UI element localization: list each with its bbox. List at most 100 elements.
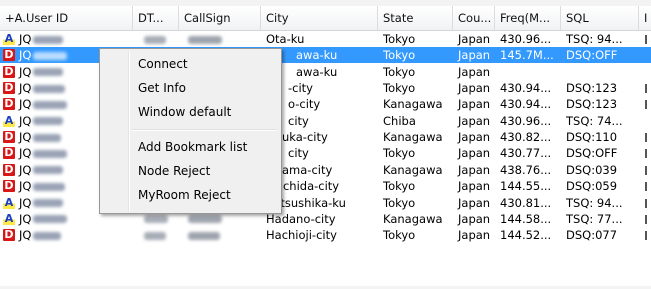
user-id-text: JQ [19, 162, 32, 177]
cell-freq: 145.7M... [500, 48, 554, 63]
table-row[interactable]: A JQ Katsushika-ku Tokyo Japan 430.81... TSQ: … [0, 195, 651, 211]
cell-freq: 430.94... [500, 97, 552, 112]
cell-sql: DSQ:110 [566, 130, 618, 145]
menu-item-window-default[interactable]: Window default [102, 101, 279, 123]
redacted-dt [144, 231, 166, 240]
node-list-grid[interactable]: +A.User ID DT... CallSign City State Cou… [0, 6, 651, 289]
cell-callsign [179, 31, 261, 47]
table-row[interactable]: D JQ ama-city Kanagawa Japan 438.76... DSQ:039 [0, 162, 651, 178]
cell-state: Tokyo [383, 146, 416, 161]
menu-item-node-reject[interactable]: Node Reject [102, 160, 279, 182]
cell-sql [561, 64, 639, 80]
cell-state: Chiba [383, 113, 416, 128]
cell-last-indicator [645, 84, 647, 94]
menu-item-add-bookmark[interactable]: Add Bookmark list [102, 136, 279, 158]
cell-last-indicator [645, 182, 647, 192]
cell-freq: 438.76... [500, 162, 552, 177]
user-id-text: JQ [19, 81, 32, 96]
redacted-callsign [188, 231, 220, 240]
redacted-user-id [33, 100, 68, 109]
cell-sql: TSQ: 74... [566, 113, 623, 128]
cell-user-id: JQ [14, 227, 133, 243]
user-id-text: JQ [19, 97, 32, 112]
cell-freq: 430.94... [500, 81, 552, 96]
redacted-user-id [33, 68, 64, 77]
menu-item-myroom-reject[interactable]: MyRoom Reject [102, 184, 279, 206]
menu-item-connect[interactable]: Connect [102, 53, 279, 75]
cell-country: Japan [458, 97, 491, 112]
redacted-callsign [188, 35, 222, 44]
user-id-text: JQ [19, 48, 32, 63]
cell-freq: 430.96... [500, 113, 552, 128]
cell-last-indicator [645, 100, 647, 110]
cell-freq: 144.52... [500, 228, 552, 243]
cell-sql: DSQ:059 [566, 179, 618, 194]
cell-country: Japan [458, 48, 491, 63]
column-header-city[interactable]: City [261, 6, 378, 30]
cell-country: Japan [458, 113, 491, 128]
cell-city: Hachioji-city [266, 228, 337, 243]
redacted-callsign [188, 215, 222, 224]
cell-freq: 430.81... [500, 195, 552, 210]
redacted-user-id [33, 149, 68, 158]
cell-sql: DSQ:OFF [566, 146, 618, 161]
cell-sql: TSQ: 94... [566, 32, 623, 46]
table-row[interactable]: D JQ -city Tokyo Japan 430.94... DSQ:123 [0, 80, 651, 96]
table-row[interactable]: A JQ Hadano-city Kanagawa Japan 144.58... TSQ:… [0, 211, 651, 227]
cell-sql: DSQ:OFF [566, 48, 618, 63]
cell-sql: DSQ:077 [566, 228, 618, 243]
table-row[interactable]: D JQ uka-city Kanagawa Japan 430.82... DSQ:110 [0, 129, 651, 145]
table-row[interactable]: A JQ city Chiba Japan 430.96... TSQ: 74... [0, 113, 651, 129]
column-header-dt[interactable]: DT... [133, 6, 179, 30]
cell-freq: 144.55... [500, 179, 552, 194]
cell-sql: DSQ:123 [566, 81, 618, 96]
context-menu: Connect Get Info Window default Add Book… [99, 48, 282, 214]
menu-item-get-info[interactable]: Get Info [102, 77, 279, 99]
table-row[interactable]: A JQ Ota-ku Tokyo Japan 430.96... TSQ: 94... [0, 31, 651, 47]
table-row[interactable]: D JQ awa-ku Tokyo Japan 145.7M... DSQ:OFF [0, 47, 651, 64]
cell-country: Japan [458, 146, 491, 161]
table-row[interactable]: D JQ awa-ku Tokyo Japan [0, 64, 651, 80]
table-row[interactable]: D JQ Hachioji-city Tokyo Japan 144.52... DSQ:0… [0, 227, 651, 243]
cell-country: Japan [458, 228, 491, 243]
cell-city: uka-city [282, 130, 328, 145]
redacted-user-id [33, 117, 64, 126]
user-id-text: JQ [19, 32, 32, 46]
cell-city: ama-city [282, 162, 333, 177]
cell-dt [133, 227, 179, 243]
cell-freq: 144.58... [500, 211, 552, 226]
cell-dt [133, 31, 179, 47]
cell-last-indicator [645, 133, 647, 143]
redacted-user-id [33, 35, 64, 44]
cell-country: Japan [458, 130, 491, 145]
cell-freq: 430.96... [500, 32, 552, 46]
cell-last-indicator [645, 165, 647, 175]
column-header-state[interactable]: State [378, 6, 453, 30]
cell-callsign [179, 227, 261, 243]
cell-sql: TSQ: 94... [566, 195, 623, 210]
column-header-freq[interactable]: Freq(M... [495, 6, 561, 30]
column-header-callsign[interactable]: CallSign [179, 6, 261, 30]
table-row[interactable]: D JQ city Tokyo Japan 430.77... DSQ:OFF [0, 145, 651, 161]
column-header-user-id[interactable]: +A.User ID [0, 6, 133, 30]
user-id-text: JQ [19, 211, 32, 226]
redacted-user-id [33, 166, 64, 175]
cell-user-id: JQ [14, 31, 133, 47]
cell-freq [495, 64, 561, 80]
table-row[interactable]: D JQ o-city Kanagawa Japan 430.94... DSQ:123 [0, 96, 651, 112]
cell-state: Tokyo [383, 228, 416, 243]
cell-state: Kanagawa [383, 97, 443, 112]
cell-last-indicator [645, 214, 647, 224]
user-id-text: JQ [19, 64, 32, 79]
column-header-last[interactable]: I [639, 6, 651, 30]
cell-last-indicator [645, 35, 647, 44]
cell-state: Kanagawa [383, 130, 443, 145]
column-header-country[interactable]: Cou... [453, 6, 495, 30]
cell-state: Kanagawa [383, 211, 443, 226]
cell-country: Japan [458, 179, 491, 194]
table-row[interactable]: D JQ Machida-city Tokyo Japan 144.55... DSQ:05… [0, 178, 651, 194]
menu-separator [132, 129, 277, 131]
user-id-text: JQ [19, 228, 32, 243]
column-header-sql[interactable]: SQL [561, 6, 639, 30]
cell-country: Japan [458, 162, 491, 177]
